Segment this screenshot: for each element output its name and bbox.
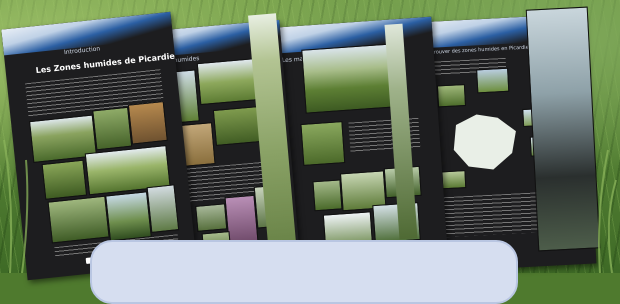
caption-box bbox=[90, 240, 518, 304]
grass-blades bbox=[3, 139, 617, 273]
